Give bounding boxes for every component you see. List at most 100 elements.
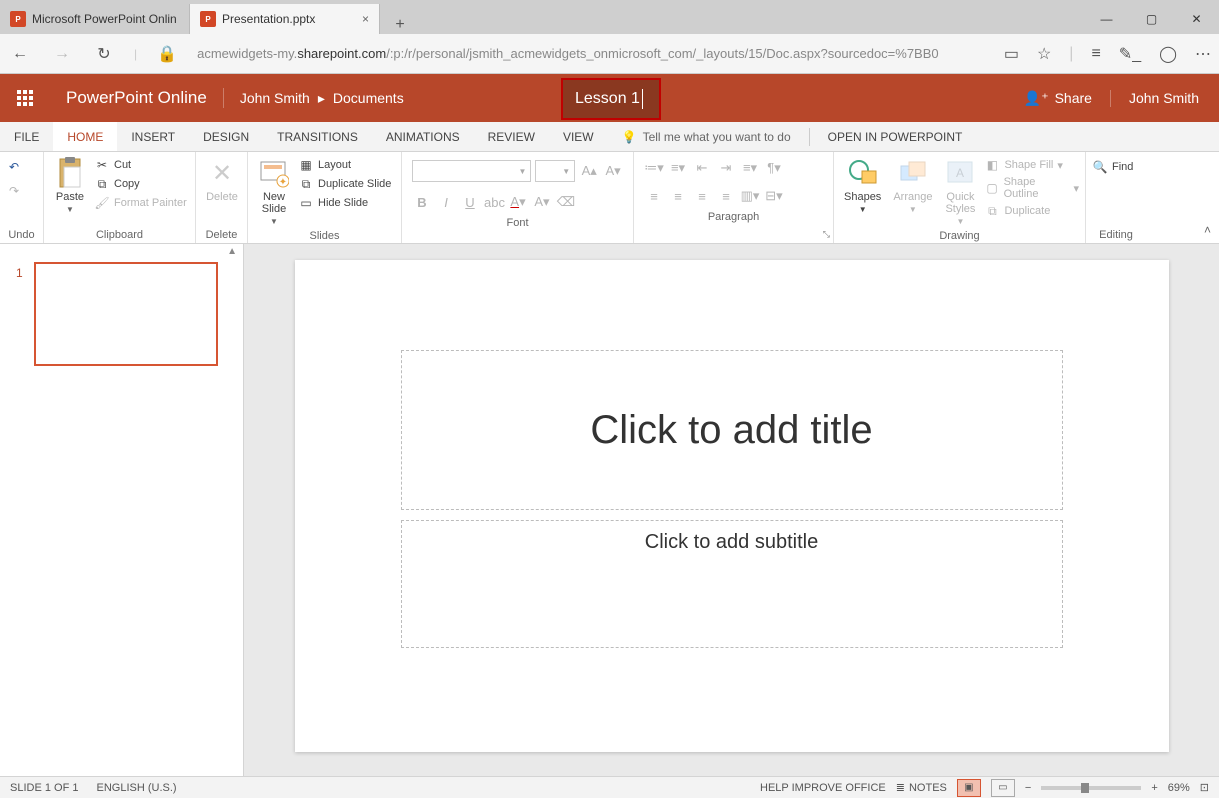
format-painter-button[interactable]: 🖌Format Painter <box>94 195 187 211</box>
new-tab-button[interactable]: + <box>380 16 420 34</box>
tab-file[interactable]: FILE <box>0 122 53 151</box>
align-text-button[interactable]: ⊟▾ <box>764 188 784 204</box>
redo-button[interactable]: ↷ <box>6 183 22 199</box>
tab-home[interactable]: HOME <box>53 122 117 151</box>
shape-fill-button[interactable]: ◧Shape Fill ▾ <box>984 157 1079 173</box>
justify-button[interactable]: ≡ <box>716 189 736 204</box>
close-tab-icon[interactable]: × <box>362 12 369 26</box>
minimize-button[interactable]: — <box>1084 4 1129 34</box>
strikethrough-button[interactable]: abc <box>484 195 504 210</box>
duplicate-slide-button[interactable]: ⧉Duplicate Slide <box>298 176 391 192</box>
share-button[interactable]: 👤⁺ Share <box>1024 90 1111 107</box>
columns-button[interactable]: ▥▾ <box>740 188 760 204</box>
dialog-launcher-icon[interactable]: ⤡ <box>823 229 830 240</box>
maximize-button[interactable]: ▢ <box>1129 4 1174 34</box>
align-center-button[interactable]: ≡ <box>668 189 688 204</box>
arrange-button[interactable]: Arrange▼ <box>889 155 936 216</box>
language-button[interactable]: ENGLISH (U.S.) <box>96 782 176 794</box>
group-label: Clipboard <box>50 227 189 243</box>
layout-button[interactable]: ▦Layout <box>298 157 391 173</box>
slide-count[interactable]: SLIDE 1 OF 1 <box>10 782 78 794</box>
clear-format-button[interactable]: ⌫ <box>556 194 576 210</box>
browser-tab-active[interactable]: P Presentation.pptx × <box>190 4 380 34</box>
url-text: /:p:/r/personal/jsmith_acmewidgets_onmic… <box>386 46 938 61</box>
highlight-button[interactable]: A▾ <box>532 194 552 210</box>
paste-label: Paste <box>56 191 84 203</box>
document-title-input[interactable]: Lesson 1 <box>561 78 661 120</box>
hub-icon[interactable]: ≡ <box>1091 45 1100 63</box>
slide[interactable]: Click to add title Click to add subtitle <box>295 260 1169 752</box>
scroll-up-icon[interactable]: ▲ <box>227 246 237 257</box>
line-spacing-button[interactable]: ≡▾ <box>740 160 760 176</box>
url-field[interactable]: acmewidgets-my.sharepoint.com/:p:/r/pers… <box>197 46 986 61</box>
close-window-button[interactable]: ✕ <box>1174 4 1219 34</box>
tab-design[interactable]: DESIGN <box>189 122 263 151</box>
group-label: Editing <box>1092 227 1140 243</box>
separator <box>809 128 810 146</box>
paste-button[interactable]: Paste ▼ <box>50 155 90 216</box>
more-icon[interactable]: ⋯ <box>1195 44 1211 64</box>
decrease-indent-button[interactable]: ⇤ <box>692 160 712 176</box>
slide-canvas-area[interactable]: Click to add title Click to add subtitle <box>244 244 1219 776</box>
share-icon[interactable]: ◯ <box>1159 44 1177 64</box>
browser-tab-inactive[interactable]: P Microsoft PowerPoint Onlin <box>0 4 190 34</box>
tell-me-search[interactable]: 💡 Tell me what you want to do <box>608 130 805 144</box>
title-placeholder[interactable]: Click to add title <box>401 350 1063 510</box>
user-menu[interactable]: John Smith <box>1129 90 1199 106</box>
open-in-powerpoint-button[interactable]: OPEN IN POWERPOINT <box>814 122 977 151</box>
tab-review[interactable]: REVIEW <box>474 122 549 151</box>
numbering-button[interactable]: ≡▾ <box>668 160 688 176</box>
window-controls: — ▢ ✕ <box>1084 4 1219 34</box>
collapse-ribbon-icon[interactable]: ˄ <box>1204 223 1211 237</box>
zoom-level[interactable]: 69% <box>1168 782 1190 794</box>
subtitle-placeholder[interactable]: Click to add subtitle <box>401 520 1063 648</box>
underline-button[interactable]: U <box>460 195 480 210</box>
reading-view-icon[interactable]: ▭ <box>1004 44 1019 64</box>
duplicate-button[interactable]: ⧉Duplicate <box>984 203 1079 219</box>
font-size-select[interactable]: ▼ <box>535 160 575 182</box>
notes-icon[interactable]: ✎_ <box>1119 44 1141 64</box>
shapes-button[interactable]: Shapes▼ <box>840 155 885 216</box>
bullets-button[interactable]: ≔▾ <box>644 160 664 176</box>
help-improve-link[interactable]: HELP IMPROVE OFFICE <box>760 782 886 794</box>
zoom-slider[interactable] <box>1041 786 1141 790</box>
zoom-in-button[interactable]: + <box>1151 782 1157 794</box>
increase-indent-button[interactable]: ⇥ <box>716 160 736 176</box>
italic-button[interactable]: I <box>436 195 456 210</box>
duplicate-icon: ⧉ <box>298 176 314 192</box>
slide-thumbnail[interactable] <box>34 262 218 366</box>
refresh-button[interactable]: ↻ <box>92 44 116 64</box>
tab-insert[interactable]: INSERT <box>117 122 189 151</box>
normal-view-button[interactable]: ▣ <box>957 779 981 797</box>
forward-button[interactable]: → <box>50 45 74 63</box>
shrink-font-button[interactable]: A▾ <box>603 163 623 179</box>
font-color-button[interactable]: A▾ <box>508 194 528 210</box>
zoom-out-button[interactable]: − <box>1025 782 1031 794</box>
breadcrumb-user[interactable]: John Smith <box>240 90 310 106</box>
back-button[interactable]: ← <box>8 45 32 63</box>
copy-button[interactable]: ⧉Copy <box>94 176 187 192</box>
text-direction-button[interactable]: ¶▾ <box>764 160 784 176</box>
delete-button[interactable]: ✕ Delete <box>202 155 242 205</box>
grow-font-button[interactable]: A▴ <box>579 163 599 179</box>
font-family-select[interactable]: ▼ <box>412 160 531 182</box>
new-slide-button[interactable]: ✦ NewSlide ▼ <box>254 155 294 228</box>
hide-slide-button[interactable]: ▭Hide Slide <box>298 195 391 211</box>
tab-transitions[interactable]: TRANSITIONS <box>263 122 372 151</box>
quick-styles-button[interactable]: A QuickStyles▼ <box>940 155 980 228</box>
cut-button[interactable]: ✂Cut <box>94 157 187 173</box>
find-button[interactable]: 🔍Find <box>1092 155 1133 175</box>
fit-to-window-button[interactable]: ⊡ <box>1200 781 1209 794</box>
tab-view[interactable]: VIEW <box>549 122 608 151</box>
undo-button[interactable]: ↶ <box>6 159 22 175</box>
app-launcher-button[interactable] <box>0 90 50 106</box>
tab-animations[interactable]: ANIMATIONS <box>372 122 474 151</box>
bold-button[interactable]: B <box>412 195 432 210</box>
slideshow-view-button[interactable]: ▭ <box>991 779 1015 797</box>
align-left-button[interactable]: ≡ <box>644 189 664 204</box>
favorite-icon[interactable]: ☆ <box>1037 44 1051 64</box>
shape-outline-button[interactable]: ▢Shape Outline ▾ <box>984 176 1079 200</box>
notes-button[interactable]: ≣ NOTES <box>896 781 947 794</box>
breadcrumb-folder[interactable]: Documents <box>333 90 404 106</box>
align-right-button[interactable]: ≡ <box>692 189 712 204</box>
